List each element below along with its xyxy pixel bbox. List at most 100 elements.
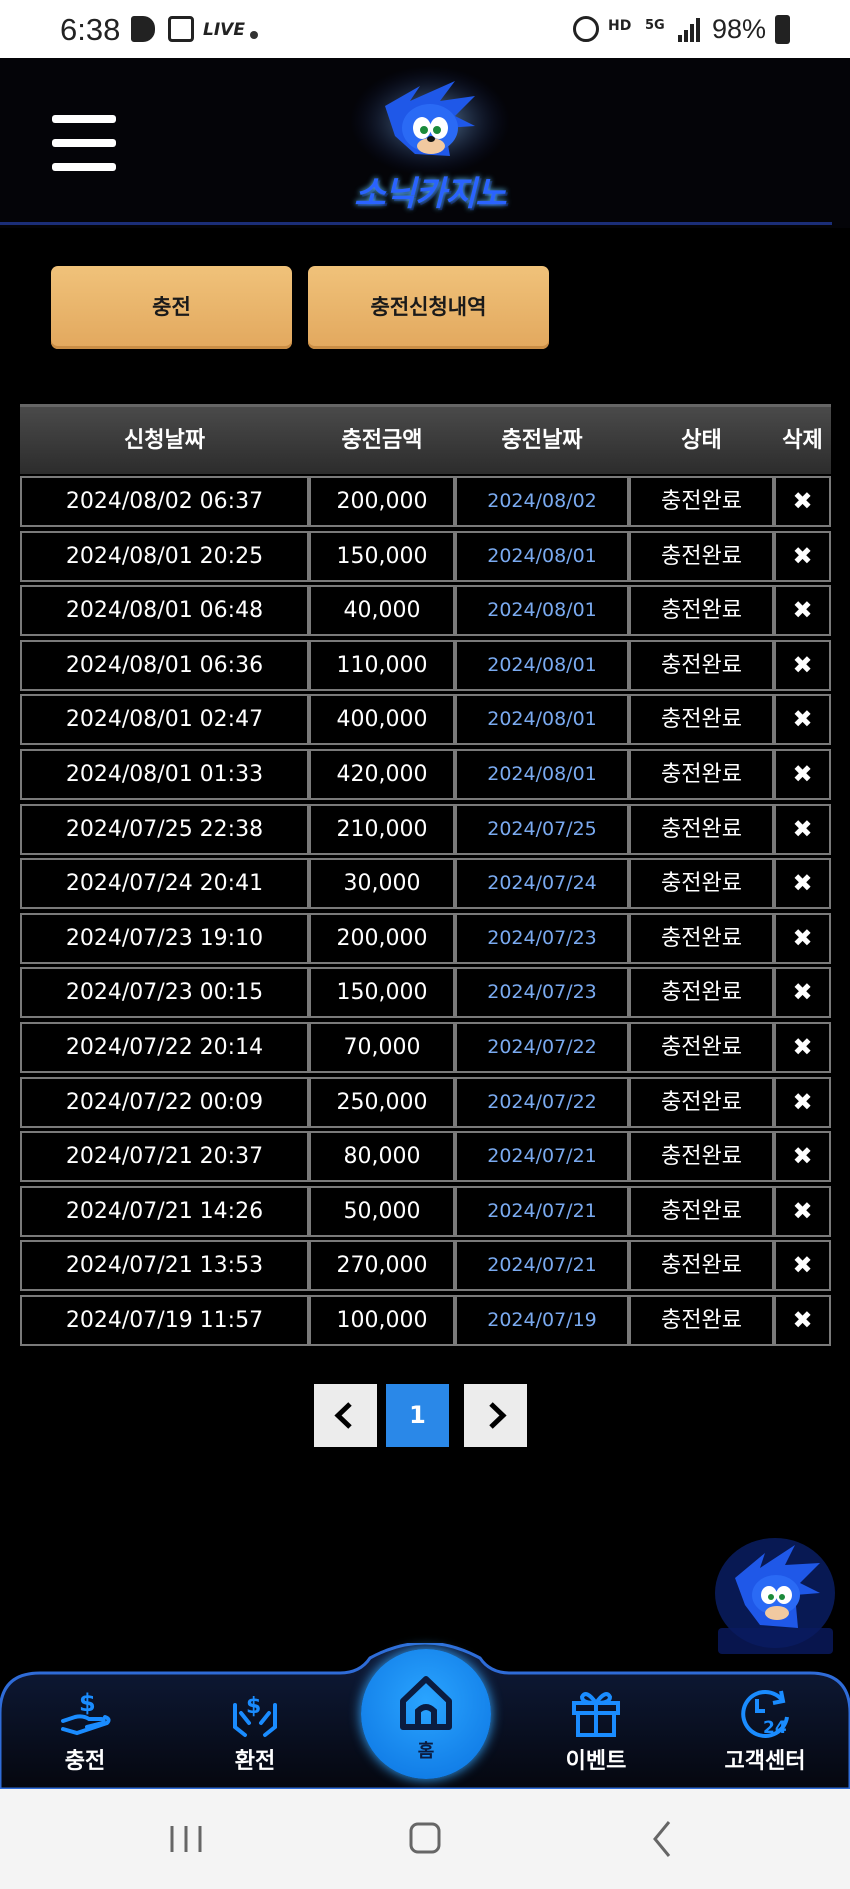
delete-icon[interactable]: ✖ — [774, 1131, 831, 1183]
chevron-right-icon — [489, 1402, 507, 1429]
page-1-button[interactable]: 1 — [386, 1384, 449, 1447]
nav-home[interactable]: 홈 — [361, 1649, 491, 1779]
amount-cell: 80,000 — [309, 1131, 455, 1183]
site-logo[interactable]: 소닉카지노 — [325, 66, 535, 216]
status-cell: 충전완료 — [629, 858, 774, 910]
nav-home-label: 홈 — [417, 1741, 435, 1762]
table-row: 2024/08/01 06:48 40,000 2024/08/01 충전완료 ✖ — [20, 583, 831, 638]
table-row: 2024/08/01 01:33 420,000 2024/08/01 충전완료 ✖ — [20, 747, 831, 802]
table-row: 2024/07/21 13:53 270,000 2024/07/21 충전완료 ✖ — [20, 1238, 831, 1293]
site-header: 소닉카지노 — [0, 58, 850, 228]
charge-date-cell: 2024/07/25 — [455, 803, 629, 855]
status-bar: 6:38 LIVE HD 5G 98% — [0, 0, 850, 58]
amount-cell: 420,000 — [309, 748, 455, 800]
status-cell: 충전완료 — [629, 1076, 774, 1128]
table-row: 2024/07/22 20:14 70,000 2024/07/22 충전완료 ✖ — [20, 1020, 831, 1075]
delete-icon[interactable]: ✖ — [774, 858, 831, 910]
charge-date-cell: 2024/08/01 — [455, 748, 629, 800]
delete-icon[interactable]: ✖ — [774, 585, 831, 637]
delete-icon[interactable]: ✖ — [774, 1076, 831, 1128]
notification-dot-icon — [250, 31, 258, 39]
next-page-button[interactable] — [464, 1384, 527, 1447]
sonic-logo — [350, 66, 510, 176]
back-button[interactable] — [633, 1814, 693, 1864]
charge-date-cell: 2024/07/22 — [455, 1076, 629, 1128]
charge-date-cell: 2024/08/01 — [455, 694, 629, 746]
charge-date-cell: 2024/07/21 — [455, 1240, 629, 1292]
charge-history-table: 신청날짜 충전금액 충전날짜 상태 삭제 2024/08/02 06:37 200… — [20, 404, 831, 1348]
amount-cell: 400,000 — [309, 694, 455, 746]
status-cell: 충전완료 — [629, 912, 774, 964]
back-chevron-icon — [653, 1821, 671, 1857]
home-system-button[interactable] — [395, 1814, 455, 1864]
request-date-cell: 2024/08/02 06:37 — [20, 476, 309, 527]
delete-icon[interactable]: ✖ — [774, 694, 831, 746]
request-date-cell: 2024/07/19 11:57 — [20, 1294, 309, 1346]
request-date-cell: 2024/08/01 02:47 — [20, 694, 309, 746]
delete-icon[interactable]: ✖ — [774, 803, 831, 855]
bottom-navigation: $ 충전 $ 환전 홈 이벤트 24 고객센터 — [0, 1643, 850, 1789]
charge-date-cell: 2024/07/24 — [455, 858, 629, 910]
home-icon — [400, 1676, 452, 1730]
charge-date-cell: 2024/07/23 — [455, 912, 629, 964]
delete-icon[interactable]: ✖ — [774, 748, 831, 800]
support-24-icon: 24 — [741, 1690, 789, 1738]
floating-mascot-button[interactable] — [710, 1533, 840, 1658]
request-date-cell: 2024/07/22 20:14 — [20, 1021, 309, 1073]
delete-icon[interactable]: ✖ — [774, 476, 831, 527]
request-date-cell: 2024/08/01 06:48 — [20, 585, 309, 637]
table-row: 2024/08/01 20:25 150,000 2024/08/01 충전완료 ✖ — [20, 529, 831, 584]
delete-icon[interactable]: ✖ — [774, 1240, 831, 1292]
exchange-hands-icon: $ — [233, 1694, 277, 1737]
status-cell: 충전완료 — [629, 639, 774, 691]
table-row: 2024/07/22 00:09 250,000 2024/07/22 충전완료 ✖ — [20, 1075, 831, 1130]
header-delete: 삭제 — [782, 428, 823, 453]
battery-icon — [775, 15, 790, 44]
chevron-left-icon — [334, 1402, 352, 1429]
amount-cell: 70,000 — [309, 1021, 455, 1073]
charge-date-cell: 2024/07/21 — [455, 1185, 629, 1237]
status-cell: 충전완료 — [629, 1294, 774, 1346]
prev-page-button[interactable] — [314, 1384, 377, 1447]
delete-icon[interactable]: ✖ — [774, 530, 831, 582]
nav-exchange[interactable]: $ 환전 — [195, 1683, 315, 1787]
recent-apps-button[interactable] — [156, 1814, 216, 1864]
nav-charge-label: 충전 — [64, 1749, 106, 1774]
sonic-mascot-icon — [715, 1538, 835, 1654]
delete-icon[interactable]: ✖ — [774, 639, 831, 691]
home-square-icon — [409, 1822, 441, 1854]
request-date-cell: 2024/07/21 14:26 — [20, 1185, 309, 1237]
charge-history-button[interactable]: 충전신청내역 — [308, 266, 549, 349]
logo-text: 소닉카지노 — [354, 174, 506, 214]
amount-cell: 110,000 — [309, 639, 455, 691]
svg-text:24: 24 — [763, 1718, 787, 1738]
nav-exchange-label: 환전 — [234, 1749, 276, 1774]
menu-icon[interactable] — [52, 115, 116, 171]
charge-date-cell: 2024/08/02 — [455, 476, 629, 527]
charge-button[interactable]: 충전 — [51, 266, 292, 349]
table-row: 2024/07/21 14:26 50,000 2024/07/21 충전완료 ✖ — [20, 1184, 831, 1239]
delete-icon[interactable]: ✖ — [774, 967, 831, 1019]
request-date-cell: 2024/07/25 22:38 — [20, 803, 309, 855]
nav-support[interactable]: 24 고객센터 — [705, 1683, 825, 1787]
status-cell: 충전완료 — [629, 1185, 774, 1237]
amount-cell: 100,000 — [309, 1294, 455, 1346]
table-row: 2024/07/23 00:15 150,000 2024/07/23 충전완료 ✖ — [20, 965, 831, 1020]
request-date-cell: 2024/07/23 19:10 — [20, 912, 309, 964]
charge-hand-icon: $ — [61, 1689, 111, 1736]
nav-charge[interactable]: $ 충전 — [25, 1683, 145, 1787]
status-cell: 충전완료 — [629, 476, 774, 527]
clock: 6:38 — [60, 12, 121, 47]
nav-support-label: 고객센터 — [724, 1749, 806, 1774]
delete-icon[interactable]: ✖ — [774, 912, 831, 964]
amount-cell: 200,000 — [309, 912, 455, 964]
charge-date-cell: 2024/07/19 — [455, 1294, 629, 1346]
request-date-cell: 2024/07/21 20:37 — [20, 1131, 309, 1183]
nav-event[interactable]: 이벤트 — [536, 1683, 656, 1787]
delete-icon[interactable]: ✖ — [774, 1021, 831, 1073]
charge-date-cell: 2024/07/23 — [455, 967, 629, 1019]
table-row: 2024/07/25 22:38 210,000 2024/07/25 충전완료 ✖ — [20, 802, 831, 857]
delete-icon[interactable]: ✖ — [774, 1294, 831, 1346]
delete-icon[interactable]: ✖ — [774, 1185, 831, 1237]
svg-text:$: $ — [79, 1689, 96, 1717]
